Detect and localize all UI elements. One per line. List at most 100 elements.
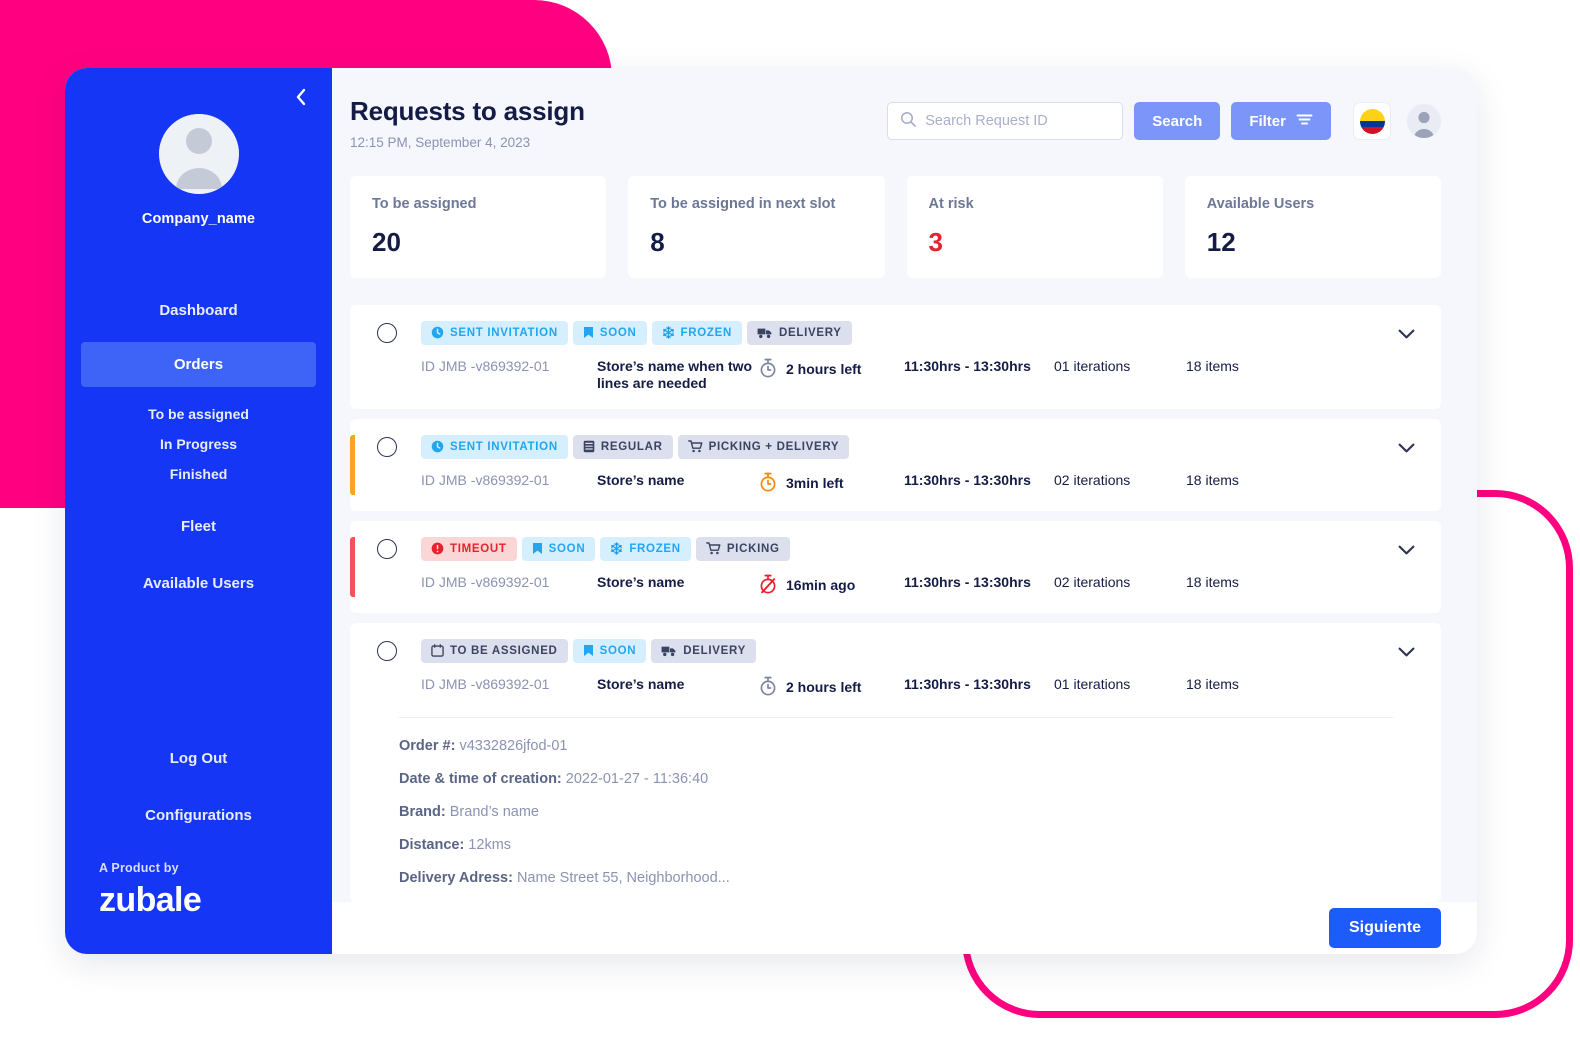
search-box[interactable] (887, 102, 1124, 140)
page-header-titles: Requests to assign 12:15 PM, September 4… (350, 96, 585, 150)
badge-frozen: FROZEN (600, 536, 691, 561)
sidebar-item-available-users[interactable]: Available Users (65, 564, 332, 603)
order-card[interactable]: SENT INVITATION REGULAR PICKING + DELIVERY… (350, 418, 1441, 511)
order-body: TIMEOUT SOON FROZEN PICKING ID JMB -v869392-… (355, 536, 1421, 597)
badge-frozen: FROZEN (651, 320, 742, 345)
order-detail-delivery-adress: Delivery Adress: Name Street 55, Neighbo… (399, 870, 1393, 886)
footer-bar: Siguiente (332, 901, 1477, 954)
order-detail-label: Distance: (399, 836, 465, 853)
zubale-logo: zubale (99, 881, 202, 919)
order-top-row: SENT INVITATION REGULAR PICKING + DELIVERY (377, 434, 1421, 459)
sidebar-item-log-out[interactable]: Log Out (65, 739, 332, 778)
badge-label: SOON (599, 326, 637, 339)
order-request-id: ID JMB -v869392-01 (421, 573, 550, 590)
clock-icon (431, 326, 444, 339)
sidebar-item-label: Available Users (142, 575, 255, 592)
sidebar: Company_name Dashboard Orders To be assi… (65, 68, 332, 954)
order-items-count: 18 items (1186, 573, 1239, 590)
order-time-slot: 11:30hrs - 13:30hrs (904, 471, 1031, 488)
stat-label: To be assigned in next slot (650, 196, 836, 212)
language-flag-button[interactable] (1354, 103, 1390, 139)
badge-label: DELIVERY (778, 326, 842, 339)
order-details-panel: Order #: v4332826jfod-01 Date & time of c… (399, 716, 1393, 886)
truck-icon (661, 645, 677, 657)
stat-value: 3 (928, 226, 943, 257)
order-detail-distance: Distance: 12kms (399, 837, 1393, 853)
main-content: Requests to assign 12:15 PM, September 4… (332, 68, 1477, 954)
siguiente-button[interactable]: Siguiente (1328, 907, 1441, 948)
order-select-radio[interactable] (377, 538, 397, 559)
badge-soon: SOON (572, 638, 647, 663)
order-iterations: 01 iterations (1054, 675, 1131, 692)
stat-value: 8 (650, 226, 665, 257)
order-request-id: ID JMB -v869392-01 (421, 675, 550, 692)
badge-timeout: TIMEOUT (421, 536, 517, 561)
sidebar-item-fleet[interactable]: Fleet (65, 507, 332, 546)
order-detail-order: Order #: v4332826jfod-01 (399, 738, 1393, 754)
filter-icon (1296, 113, 1313, 130)
order-timer-label: 2 hours left (786, 361, 862, 378)
badge-label: SENT INVITATION (450, 326, 558, 339)
badge-picking: PICKING (695, 536, 790, 561)
order-timer-label: 2 hours left (786, 679, 862, 696)
order-select-radio[interactable] (377, 640, 397, 661)
order-expand-chevron-down-icon[interactable] (1398, 441, 1415, 459)
order-time-slot: 11:30hrs - 13:30hrs (904, 357, 1031, 374)
sidebar-item-label: Finished (169, 466, 228, 482)
stat-label: At risk (928, 196, 974, 212)
search-input[interactable] (925, 113, 1111, 129)
order-body: SENT INVITATION REGULAR PICKING + DELIVERY… (355, 434, 1421, 495)
stat-cards: To be assigned 20 To be assigned in next… (332, 150, 1477, 278)
stat-label: To be assigned (372, 196, 477, 212)
sidebar-item-orders[interactable]: Orders (81, 342, 316, 387)
sidebar-item-configurations[interactable]: Configurations (65, 796, 332, 835)
sidebar-collapse-button[interactable] (290, 86, 312, 108)
sidebar-item-finished[interactable]: Finished (65, 459, 332, 489)
company-name: Company_name (141, 211, 256, 227)
order-iterations: 01 iterations (1054, 357, 1131, 374)
calendar-icon (431, 644, 444, 657)
orders-list: SENT INVITATION SOON FROZEN DELIVERY ID JMB … (332, 278, 1477, 902)
user-account-button[interactable] (1407, 104, 1441, 138)
order-card[interactable]: SENT INVITATION SOON FROZEN DELIVERY ID JMB … (350, 304, 1441, 409)
order-store-name: Store’s name (597, 675, 685, 692)
stopwatch-off-icon (759, 574, 777, 597)
search-button[interactable]: Search (1134, 102, 1221, 140)
order-top-row: TIMEOUT SOON FROZEN PICKING (377, 536, 1421, 561)
sidebar-item-label: In Progress (159, 436, 238, 452)
sidebar-item-to-be-assigned[interactable]: To be assigned (65, 399, 332, 429)
sidebar-item-dashboard[interactable]: Dashboard (65, 291, 332, 330)
sidebar-item-in-progress[interactable]: In Progress (65, 429, 332, 459)
order-store-name: Store’s name (597, 573, 685, 590)
badge-sent-invitation: SENT INVITATION (421, 320, 568, 345)
order-card[interactable]: TIMEOUT SOON FROZEN PICKING ID JMB -v869392-… (350, 520, 1441, 613)
order-meta-row: ID JMB -v869392-01 Store’s name when two … (377, 358, 1421, 393)
stopwatch-icon (759, 676, 777, 699)
order-card[interactable]: TO BE ASSIGNED SOON DELIVERY ID JMB -v86939… (350, 622, 1441, 902)
order-detail-label: Delivery Adress: (399, 869, 513, 886)
badge-delivery: DELIVERY (651, 638, 756, 663)
badge-label: SOON (599, 644, 637, 657)
filter-button[interactable]: Filter (1231, 102, 1331, 140)
box-icon (583, 440, 595, 453)
order-timer: 2 hours left (759, 676, 904, 699)
screenshot-root: Company_name Dashboard Orders To be assi… (0, 0, 1580, 1041)
order-expand-chevron-down-icon[interactable] (1398, 543, 1415, 561)
order-select-radio[interactable] (377, 322, 397, 343)
clock-icon (431, 440, 444, 453)
order-expand-chevron-down-icon[interactable] (1398, 645, 1415, 663)
search-icon (900, 111, 917, 132)
sidebar-item-label: Log Out (169, 750, 228, 767)
order-timer-label: 3min left (786, 475, 844, 492)
header-toolbar: Search Filter (887, 96, 1441, 140)
stat-card-available-users: Available Users 12 (1184, 176, 1441, 278)
order-select-radio[interactable] (377, 436, 397, 457)
page-header: Requests to assign 12:15 PM, September 4… (332, 68, 1477, 150)
badge-label: TIMEOUT (450, 542, 507, 555)
order-time-slot: 11:30hrs - 13:30hrs (904, 675, 1031, 692)
order-detail-value: Name Street 55, Neighborhood... (512, 869, 730, 886)
badge-picking-delivery: PICKING + DELIVERY (677, 434, 850, 459)
order-expand-chevron-down-icon[interactable] (1398, 327, 1415, 345)
sidebar-item-label: Configurations (145, 807, 252, 824)
badge-label: PICKING + DELIVERY (708, 440, 840, 453)
